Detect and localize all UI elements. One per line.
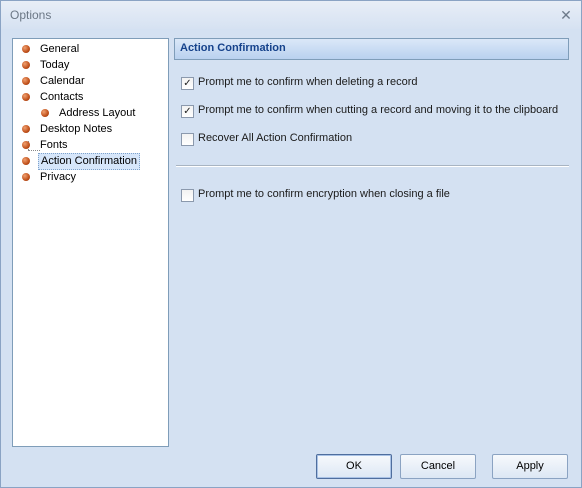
bullet-icon xyxy=(22,157,30,165)
tree-item-label: Contacts xyxy=(40,91,84,103)
options-dialog: Options ✕ General Today Calendar Contact… xyxy=(0,0,582,488)
bullet-icon xyxy=(22,141,30,149)
checkbox-recover-all[interactable] xyxy=(181,133,194,146)
checkbox-confirm-encryption[interactable] xyxy=(181,189,194,202)
tree-item-label: Action Confirmation xyxy=(38,153,140,170)
option-label: Prompt me to confirm when deleting a rec… xyxy=(198,76,418,88)
option-label: Recover All Action Confirmation xyxy=(198,132,353,144)
section-separator xyxy=(176,165,569,167)
section-header: Action Confirmation xyxy=(174,38,569,60)
tree-item-label: General xyxy=(40,43,80,55)
bullet-icon xyxy=(22,93,30,101)
window-title: Options xyxy=(10,8,52,22)
tree-item-label: Calendar xyxy=(40,75,85,87)
title-bar: Options ✕ xyxy=(1,1,581,29)
checkmark-icon: ✓ xyxy=(183,106,192,117)
checkbox-confirm-delete[interactable]: ✓ xyxy=(181,77,194,90)
checkmark-icon: ✓ xyxy=(183,78,192,89)
tree-item-label: Desktop Notes xyxy=(40,123,113,135)
tree-item-label: Privacy xyxy=(40,171,77,183)
bullet-icon xyxy=(22,125,30,133)
bullet-icon xyxy=(22,77,30,85)
bullet-icon xyxy=(22,45,30,53)
tree-item-label: Today xyxy=(40,59,70,71)
cancel-button-label: Cancel xyxy=(420,460,456,472)
bullet-icon xyxy=(22,61,30,69)
apply-button[interactable]: Apply xyxy=(492,454,568,479)
bullet-icon xyxy=(22,173,30,181)
options-tree: General Today Calendar Contacts Address … xyxy=(12,38,169,447)
ok-button[interactable]: OK xyxy=(316,454,392,479)
close-icon[interactable]: ✕ xyxy=(557,6,575,24)
checkbox-confirm-cut[interactable]: ✓ xyxy=(181,105,194,118)
section-title: Action Confirmation xyxy=(180,42,286,54)
apply-button-label: Apply xyxy=(516,460,544,472)
option-label: Prompt me to confirm when cutting a reco… xyxy=(198,104,559,116)
tree-item-label: Address Layout xyxy=(59,107,136,119)
tree-item-label: Fonts xyxy=(40,139,68,151)
bullet-icon xyxy=(41,109,49,117)
option-label: Prompt me to confirm encryption when clo… xyxy=(198,188,450,200)
cancel-button[interactable]: Cancel xyxy=(400,454,476,479)
ok-button-label: OK xyxy=(346,460,362,472)
